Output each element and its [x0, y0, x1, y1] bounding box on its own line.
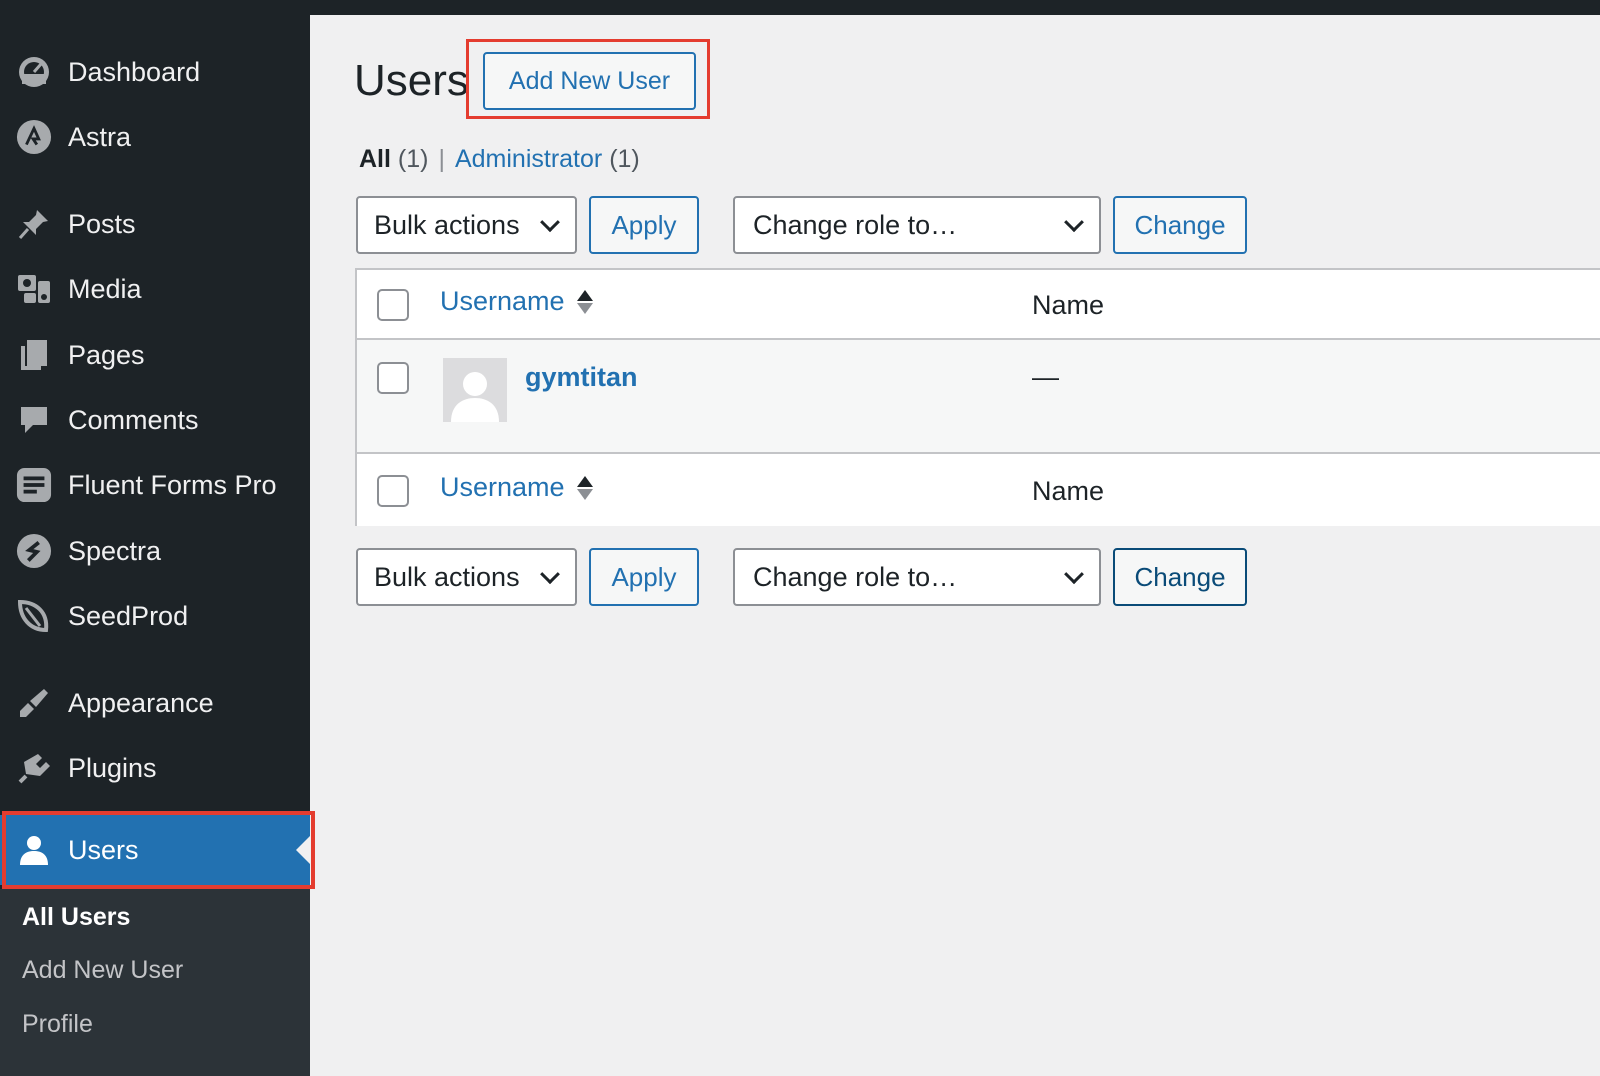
- name-column-footer: Name: [1032, 476, 1105, 506]
- change-button-bottom[interactable]: Change: [1113, 548, 1247, 606]
- sidebar-item-dashboard[interactable]: Dashboard: [0, 46, 310, 98]
- username-footer-label: Username: [440, 472, 565, 502]
- table-footer: Username Name: [357, 456, 1600, 526]
- seedprod-icon: [16, 598, 52, 634]
- sidebar-item-posts[interactable]: Posts: [0, 198, 310, 250]
- sidebar-item-label: Plugins: [68, 752, 157, 783]
- sidebar-item-fluent-forms[interactable]: Fluent Forms Pro: [0, 459, 310, 511]
- role-filters: All (1) | Administrator (1): [359, 145, 640, 174]
- sidebar-item-plugins[interactable]: Plugins: [0, 742, 310, 794]
- sidebar-item-label: Fluent Forms Pro: [68, 469, 277, 500]
- comment-icon: [16, 402, 52, 438]
- add-new-user-button[interactable]: Add New User: [483, 52, 696, 110]
- users-table: Username Name gymtitan — Username Name: [355, 268, 1600, 526]
- username-header-label: Username: [440, 286, 565, 316]
- change-role-select-top[interactable]: Change role to…: [733, 196, 1101, 254]
- filter-all-count: (1): [397, 145, 429, 173]
- table-header: Username Name: [357, 270, 1600, 340]
- filter-all[interactable]: All (1): [359, 145, 428, 174]
- filter-separator: |: [438, 145, 445, 173]
- sidebar-item-spectra[interactable]: Spectra: [0, 525, 310, 577]
- dashboard-icon: [16, 54, 52, 90]
- filter-administrator-label[interactable]: Administrator: [455, 145, 602, 173]
- sort-icon: [576, 475, 593, 500]
- bulk-actions-value: Bulk actions: [374, 209, 520, 240]
- astra-icon: [16, 119, 52, 155]
- change-role-select-bottom[interactable]: Change role to…: [733, 548, 1101, 606]
- spectra-icon: [16, 533, 52, 569]
- change-button-top[interactable]: Change: [1113, 196, 1247, 254]
- fluent-forms-icon: [16, 467, 52, 503]
- chevron-down-icon: [1064, 212, 1084, 233]
- users-menu-highlight: [2, 811, 315, 889]
- chevron-down-icon: [1064, 564, 1084, 585]
- username-column-header[interactable]: Username: [440, 286, 593, 317]
- sidebar-item-label: Pages: [68, 339, 145, 370]
- sidebar-item-label: SeedProd: [68, 600, 189, 631]
- filter-administrator-count: (1): [609, 145, 640, 173]
- sidebar-item-label: Spectra: [68, 535, 162, 566]
- filter-all-label: All: [359, 145, 391, 173]
- sidebar-item-label: Posts: [68, 208, 136, 239]
- submenu-item-all-users[interactable]: All Users: [22, 903, 130, 932]
- bulk-actions-value: Bulk actions: [374, 561, 520, 592]
- sidebar-item-label: Appearance: [68, 687, 214, 718]
- bulk-actions-select-top[interactable]: Bulk actions: [356, 196, 577, 254]
- users-submenu: All Users Add New User Profile: [0, 889, 310, 1076]
- filter-administrator[interactable]: Administrator (1): [455, 145, 640, 174]
- sidebar-item-label: Astra: [68, 121, 132, 152]
- avatar: [443, 358, 507, 422]
- sidebar-item-comments[interactable]: Comments: [0, 394, 310, 446]
- brush-icon: [16, 685, 52, 721]
- name-column-header: Name: [1032, 290, 1105, 320]
- name-cell: —: [1032, 362, 1059, 392]
- select-all-checkbox-footer[interactable]: [377, 475, 409, 507]
- sidebar-item-appearance[interactable]: Appearance: [0, 677, 310, 729]
- sidebar-item-label: Comments: [68, 404, 199, 435]
- sort-icon: [576, 289, 593, 314]
- sidebar-item-label: Media: [68, 273, 142, 304]
- admin-sidebar: Dashboard Astra Posts Media Pages Commen…: [0, 0, 315, 1076]
- select-all-checkbox[interactable]: [377, 289, 409, 321]
- username-column-footer[interactable]: Username: [440, 472, 593, 503]
- submenu-item-profile[interactable]: Profile: [22, 1010, 93, 1039]
- apply-button-bottom[interactable]: Apply: [589, 548, 699, 606]
- change-role-value: Change role to…: [753, 209, 958, 240]
- table-row: gymtitan —: [357, 340, 1600, 454]
- pin-icon: [16, 206, 52, 242]
- plugin-icon: [16, 750, 52, 786]
- sidebar-item-label: Dashboard: [68, 56, 201, 87]
- sidebar-item-seedprod[interactable]: SeedProd: [0, 590, 310, 642]
- media-icon: [16, 271, 52, 307]
- sidebar-item-media[interactable]: Media: [0, 263, 310, 315]
- submenu-item-add-new-user[interactable]: Add New User: [22, 956, 183, 985]
- sidebar-item-pages[interactable]: Pages: [0, 329, 310, 381]
- username-link[interactable]: gymtitan: [525, 362, 638, 393]
- chevron-down-icon: [540, 212, 560, 233]
- apply-button-top[interactable]: Apply: [589, 196, 699, 254]
- row-checkbox[interactable]: [377, 362, 409, 394]
- chevron-down-icon: [540, 564, 560, 585]
- change-role-value: Change role to…: [753, 561, 958, 592]
- page-title: Users: [354, 56, 469, 105]
- pages-icon: [16, 337, 52, 373]
- bulk-actions-select-bottom[interactable]: Bulk actions: [356, 548, 577, 606]
- sidebar-item-astra[interactable]: Astra: [0, 111, 310, 163]
